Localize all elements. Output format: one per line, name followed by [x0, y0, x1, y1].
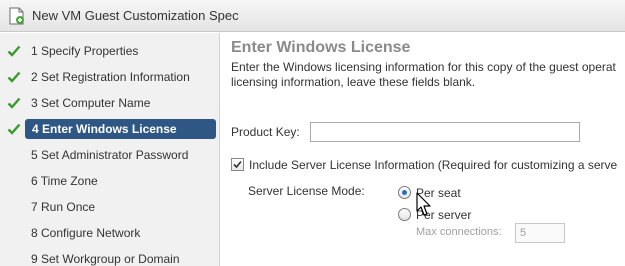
sidebar-item-configure-network[interactable]: 8 Configure Network — [0, 223, 220, 245]
include-server-license-checkbox[interactable] — [231, 158, 244, 171]
checkmark-icon — [7, 122, 21, 136]
page-description: Enter the Windows licensing information … — [231, 60, 625, 90]
checkmark-icon — [233, 160, 242, 169]
mouse-cursor-icon — [416, 192, 431, 216]
sidebar-item-set-computer-name[interactable]: 3 Set Computer Name — [0, 93, 220, 115]
sidebar-item-enter-windows-license[interactable]: 4 Enter Windows License — [0, 119, 220, 141]
window-title: New VM Guest Customization Spec — [32, 8, 239, 23]
customization-spec-wizard: New VM Guest Customization Spec 1 Specif… — [0, 0, 625, 266]
server-license-mode-label: Server License Mode: — [248, 184, 365, 198]
product-key-label: Product Key: — [231, 125, 300, 139]
document-add-icon — [9, 7, 25, 25]
sidebar-item-label: 1 Specify Properties — [31, 44, 139, 58]
per-server-radio[interactable] — [398, 208, 411, 221]
sidebar-item-label: 7 Run Once — [31, 200, 96, 214]
sidebar-item-run-once[interactable]: 7 Run Once — [0, 197, 220, 219]
sidebar-item-time-zone[interactable]: 6 Time Zone — [0, 171, 220, 193]
sidebar-item-set-workgroup-or-domain[interactable]: 9 Set Workgroup or Domain — [0, 249, 220, 266]
wizard-steps-sidebar: 1 Specify Properties 2 Set Registration … — [0, 33, 220, 266]
description-line: licensing information, leave these field… — [231, 75, 476, 89]
page-title: Enter Windows License — [231, 39, 411, 56]
license-form: Enter Windows License Enter the Windows … — [231, 33, 625, 266]
sidebar-item-label: 6 Time Zone — [31, 174, 98, 188]
max-connections-input[interactable] — [515, 223, 565, 243]
sidebar-item-label: 2 Set Registration Information — [31, 70, 190, 84]
include-server-license-label: Include Server License Information (Requ… — [249, 158, 618, 172]
checkmark-icon — [7, 44, 21, 58]
sidebar-item-label: 8 Configure Network — [31, 226, 141, 240]
checkmark-icon — [7, 96, 21, 110]
sidebar-item-label: 5 Set Administrator Password — [31, 148, 189, 162]
max-connections-label: Max connections: — [416, 226, 502, 238]
checkmark-icon — [7, 70, 21, 84]
sidebar-item-label: 3 Set Computer Name — [31, 96, 151, 110]
description-line: Enter the Windows licensing information … — [231, 60, 616, 74]
sidebar-item-set-registration-information[interactable]: 2 Set Registration Information — [0, 67, 220, 89]
sidebar-item-label: 9 Set Workgroup or Domain — [31, 252, 180, 266]
sidebar-item-set-administrator-password[interactable]: 5 Set Administrator Password — [0, 145, 220, 167]
title-bar: New VM Guest Customization Spec — [0, 0, 625, 32]
per-seat-radio[interactable] — [398, 186, 411, 199]
product-key-input[interactable] — [310, 122, 580, 142]
sidebar-item-label: 4 Enter Windows License — [32, 122, 177, 136]
sidebar-item-specify-properties[interactable]: 1 Specify Properties — [0, 41, 220, 63]
